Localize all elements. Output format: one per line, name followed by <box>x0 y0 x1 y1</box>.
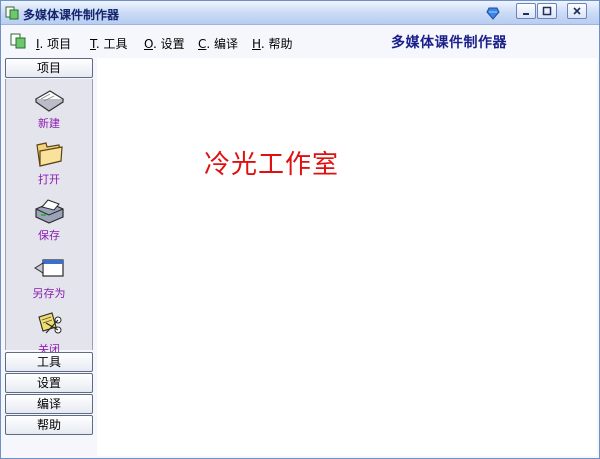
minimize-button[interactable] <box>516 3 536 19</box>
minimize-icon <box>523 13 529 15</box>
sidebar-header-project[interactable]: 项目 <box>5 58 93 78</box>
sidebar-header-settings[interactable]: 设置 <box>5 373 93 393</box>
save-printer-icon <box>35 199 64 224</box>
menu-item-project[interactable]: I. 项目 <box>36 35 71 52</box>
title-bar[interactable]: 多媒体课件制作器 <box>1 1 599 25</box>
sidebar-header-help[interactable]: 帮助 <box>5 415 93 435</box>
sidebar-header-compile[interactable]: 编译 <box>5 394 93 414</box>
tool-save-label: 保存 <box>38 229 60 242</box>
menu-item-help[interactable]: H. 帮助 <box>252 35 292 52</box>
window-title: 多媒体课件制作器 <box>23 8 120 22</box>
tool-save-as[interactable]: 另存为 <box>6 255 92 305</box>
tool-save-as-label: 另存为 <box>32 287 66 300</box>
new-file-icon <box>34 90 65 112</box>
tool-open[interactable]: 打开 <box>6 139 92 189</box>
close-button[interactable] <box>567 3 587 19</box>
app-heading: 多媒体课件制作器 <box>391 35 507 51</box>
maximize-icon <box>542 6 552 16</box>
skin-gem-icon[interactable] <box>486 6 500 20</box>
app-window: 多媒体课件制作器 I. 项目 T. 工具 O. 设置 C. 编译 H. 帮助 多… <box>0 0 600 459</box>
save-as-window-icon <box>34 259 64 277</box>
menu-bar: I. 项目 T. 工具 O. 设置 C. 编译 H. 帮助 多媒体课件制作器 <box>1 27 599 55</box>
sidebar: 项目 新建 打开 保存 另存为 关闭 工具 设置 编译 帮助 <box>5 58 93 438</box>
menu-item-tools[interactable]: T. 工具 <box>90 35 128 52</box>
main-canvas[interactable]: 冷光工作室 <box>97 58 597 456</box>
open-folder-icon <box>36 142 63 167</box>
tool-new[interactable]: 新建 <box>6 87 92 137</box>
tool-save[interactable]: 保存 <box>6 197 92 247</box>
menu-item-settings[interactable]: O. 设置 <box>144 35 185 52</box>
app-menu-icon[interactable] <box>10 33 26 49</box>
close-doc-icon <box>38 312 62 334</box>
studio-name-text: 冷光工作室 <box>204 150 340 180</box>
maximize-button[interactable] <box>537 3 557 19</box>
project-panel: 新建 打开 保存 另存为 关闭 <box>5 79 93 368</box>
menu-item-compile[interactable]: C. 编译 <box>198 35 238 52</box>
app-icon <box>5 6 19 20</box>
close-icon <box>573 7 581 15</box>
tool-new-label: 新建 <box>38 117 60 130</box>
tool-open-label: 打开 <box>38 173 60 186</box>
sidebar-header-tools[interactable]: 工具 <box>5 352 93 372</box>
